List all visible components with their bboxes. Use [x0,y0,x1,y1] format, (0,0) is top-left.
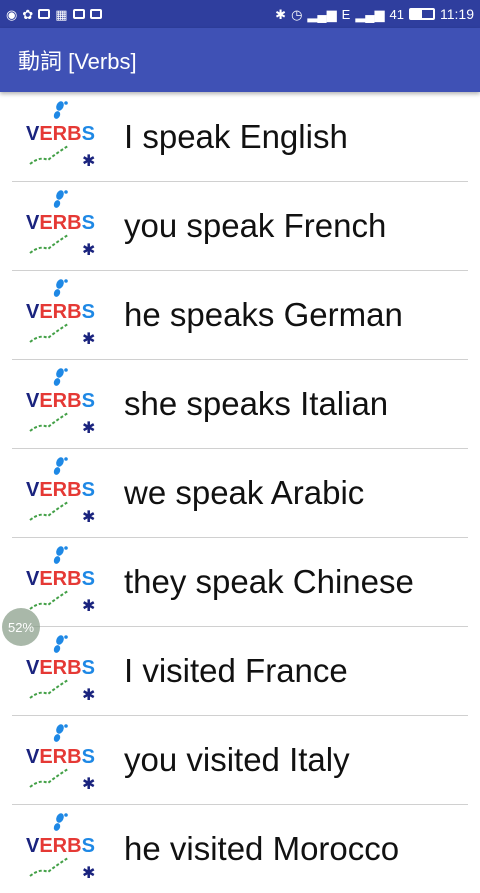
signal-icon: ▂▄▆ [307,6,337,22]
battery-icon [409,8,435,20]
verb-phrase: we speak Arabic [124,473,365,511]
list-item[interactable]: VERBS ✱ you speak French [0,181,480,270]
signal-level-value: 41 [389,6,404,22]
verbs-logo-icon: VERBS ✱ [0,359,124,448]
progress-badge[interactable]: 52% [2,608,40,646]
svg-text:VERBS: VERBS [26,568,95,590]
progress-badge-label: 52% [7,619,35,635]
verbs-logo-icon: VERBS ✱ [0,181,124,270]
verb-phrase: she speaks Italian [124,384,389,422]
list-item[interactable]: VERBS ✱ he speaks German [0,270,480,359]
svg-text:✱: ✱ [82,418,95,437]
svg-text:VERBS: VERBS [26,301,95,323]
verb-phrase: you visited Italy [124,740,350,778]
verb-phrase: you speak French [124,206,387,244]
list-item[interactable]: VERBS ✱ I speak English [0,92,480,181]
svg-text:VERBS: VERBS [26,746,95,768]
verbs-logo-icon: VERBS ✱ [0,92,124,181]
status-bar-system: ✱ ◷ ▂▄▆ E ▂▄▆ 41 11:19 [275,6,474,22]
svg-text:VERBS: VERBS [26,123,95,145]
clock: 11:19 [440,6,474,22]
list-item[interactable]: VERBS ✱ we speak Arabic [0,448,480,537]
verbs-logo-icon: VERBS ✱ [0,448,124,537]
svg-text:✱: ✱ [82,507,95,526]
list-item[interactable]: VERBS ✱ he visited Morocco [0,804,480,893]
list-item[interactable]: VERBS ✱ she speaks Italian [0,359,480,448]
app-bar: 動詞 [Verbs] [0,28,480,92]
list-item[interactable]: VERBS ✱ they speak Chinese [0,537,480,626]
svg-text:VERBS: VERBS [26,390,95,412]
verb-phrase: they speak Chinese [124,562,414,600]
image-notification-icon [38,9,51,19]
verb-list: VERBS ✱ I speak English VERBS ✱ you speak Fre… [0,92,480,893]
battery-fill [411,10,422,18]
verb-phrase: I speak English [124,117,348,155]
svg-text:✱: ✱ [82,774,95,793]
svg-text:VERBS: VERBS [26,479,95,501]
page-title: 動詞 [Verbs] [18,49,137,74]
list-item[interactable]: VERBS ✱ I visited France [0,626,480,715]
svg-text:✱: ✱ [82,329,95,348]
svg-text:✱: ✱ [82,596,95,615]
status-bar-notifications: ◉ ✿ ▦ [6,8,102,21]
svg-text:✱: ✱ [82,863,95,882]
svg-text:✱: ✱ [82,685,95,704]
verb-phrase: he visited Morocco [124,829,400,867]
list-item[interactable]: VERBS ✱ you visited Italy [0,715,480,804]
grid-notification-icon: ▦ [55,6,68,22]
message-notification-icon [72,9,85,19]
svg-text:VERBS: VERBS [26,212,95,234]
status-bar: ◉ ✿ ▦ ✱ ◷ ▂▄▆ E ▂▄▆ 41 11:19 [0,0,480,28]
verbs-logo-icon: VERBS ✱ [0,804,124,893]
verbs-logo-icon: VERBS ✱ [0,715,124,804]
bluetooth-icon: ✱ [275,6,287,22]
network-type-label: E [341,6,351,22]
svg-text:✱: ✱ [82,240,95,259]
alarm-icon: ◷ [291,6,303,22]
svg-text:✱: ✱ [82,151,95,170]
app-notification-icon: ✿ [22,6,34,22]
verb-phrase: I visited France [124,651,348,689]
app-notification-icon: ◉ [6,6,18,22]
verb-phrase: he speaks German [124,295,403,333]
svg-text:VERBS: VERBS [26,657,95,679]
signal-icon: ▂▄▆ [355,6,385,22]
card-notification-icon [89,9,102,19]
verbs-logo-icon: VERBS ✱ [0,270,124,359]
